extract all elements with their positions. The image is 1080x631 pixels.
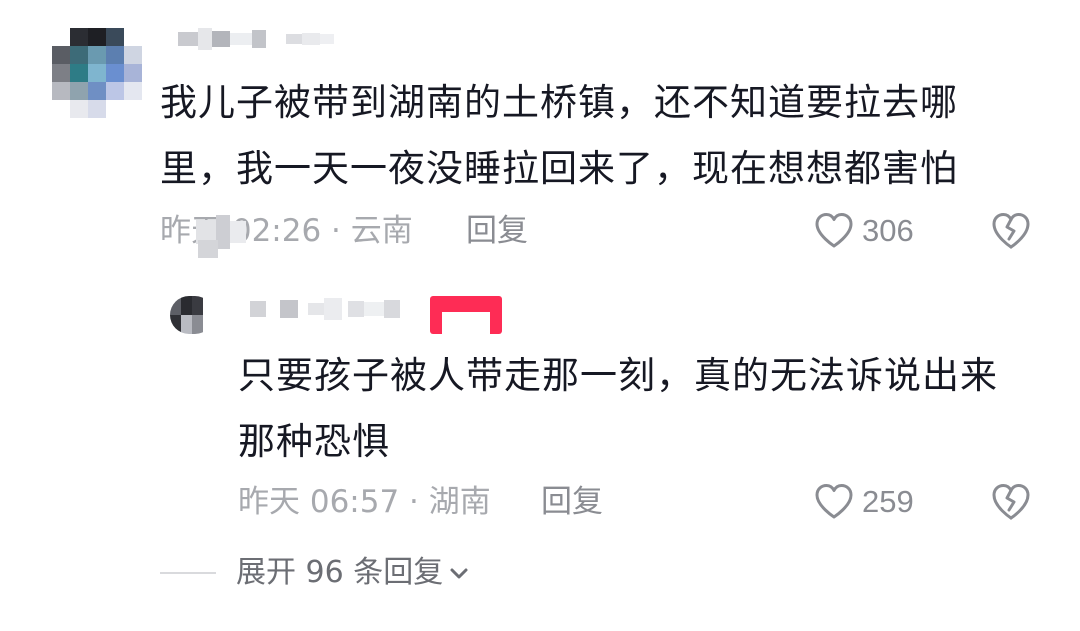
dislike-button[interactable] [990,211,1032,255]
reply-reply-button[interactable]: 回复 [541,482,603,522]
broken-heart-icon [992,484,1030,520]
expand-replies-label: 展开 96 条回复 [236,555,444,590]
reply-like-button[interactable]: 259 [814,482,914,522]
avatar[interactable] [52,28,142,118]
reply-like-count: 259 [862,484,914,519]
heart-outline-icon [815,484,853,519]
heart-outline-icon [815,213,853,248]
broken-heart-icon [992,213,1030,249]
reply-button[interactable]: 回复 [466,211,528,251]
timestamp-mosaic-lower [198,240,218,258]
like-count: 306 [862,213,914,248]
chevron-down-icon [450,568,468,579]
expand-replies-button[interactable]: 展开 96 条回复 [160,553,471,593]
reply-avatar[interactable] [170,296,214,334]
reply-username-mosaic[interactable] [250,298,400,320]
reply-text-line-2: 那种恐惧 [238,420,390,463]
comment-text-line-2: 里，我一天一夜没睡拉回来了，现在想想都害怕 [160,147,958,190]
like-button[interactable]: 306 [814,211,914,251]
reply-text-line-1: 只要孩子被人带走那一刻，真的无法诉说出来 [238,354,998,397]
comment-text-line-1: 我儿子被带到湖南的土桥镇，还不知道要拉去哪 [160,81,958,124]
author-badge [430,296,502,334]
reply-meta: 昨天 06:57 · 湖南 [238,484,491,520]
username-mosaic[interactable] [178,28,334,50]
divider [160,572,216,574]
reply-dislike-button[interactable] [990,482,1032,526]
